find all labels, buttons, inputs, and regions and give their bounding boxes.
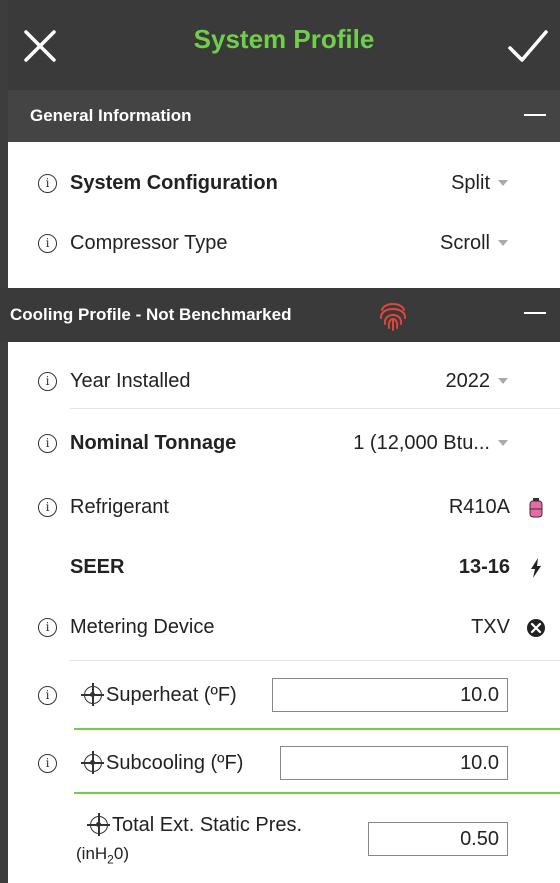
lightning-icon[interactable]	[530, 558, 542, 578]
collapse-icon[interactable]	[524, 114, 546, 116]
header-bar: System Profile	[8, 0, 560, 90]
row-label: System Configuration	[70, 171, 278, 194]
chevron-down-icon[interactable]	[498, 240, 508, 246]
refrigerant-row[interactable]: i Refrigerant R410A	[8, 474, 560, 540]
general-information-header[interactable]: General Information	[8, 90, 560, 142]
info-icon[interactable]: i	[38, 753, 57, 773]
info-icon[interactable]: i	[38, 233, 57, 253]
target-icon[interactable]	[81, 751, 104, 774]
row-label: Subcooling (ºF)	[106, 751, 244, 774]
info-icon[interactable]: i	[38, 685, 57, 705]
info-icon[interactable]: i	[38, 371, 57, 391]
metering-device-row[interactable]: i Metering Device TXV	[8, 594, 560, 660]
system-configuration-row[interactable]: i System Configuration Split	[8, 150, 560, 216]
refrigerant-value[interactable]: R410A	[449, 496, 510, 519]
chevron-down-icon[interactable]	[498, 440, 508, 446]
seer-value: 13-16	[458, 555, 510, 578]
subcooling-input[interactable]	[280, 746, 508, 780]
compressor-type-select[interactable]: Scroll	[440, 232, 490, 255]
row-label: SEER	[70, 555, 125, 578]
superheat-input[interactable]	[272, 678, 508, 712]
row-label: Nominal Tonnage	[70, 431, 237, 454]
system-configuration-select[interactable]: Split	[451, 172, 490, 195]
target-icon[interactable]	[87, 813, 110, 836]
info-icon[interactable]: i	[38, 433, 57, 453]
year-installed-select[interactable]: 2022	[446, 370, 491, 393]
refrigerant-tank-icon[interactable]	[528, 498, 544, 518]
page-title: System Profile	[193, 24, 375, 54]
row-label: Refrigerant	[70, 495, 169, 518]
row-label: Total Ext. Static Pres.	[112, 814, 303, 836]
metering-device-value[interactable]: TXV	[471, 616, 510, 639]
info-icon[interactable]: i	[38, 617, 57, 637]
seer-row: SEER 13-16	[8, 534, 560, 600]
section-title: General Information	[30, 106, 192, 125]
row-label: Compressor Type	[70, 231, 228, 254]
chevron-down-icon[interactable]	[498, 180, 508, 186]
close-circle-icon[interactable]	[526, 618, 546, 638]
divider	[70, 660, 560, 661]
static-pressure-input[interactable]	[368, 822, 508, 856]
target-icon[interactable]	[81, 683, 104, 706]
compressor-type-row[interactable]: i Compressor Type Scroll	[8, 210, 560, 276]
chevron-down-icon[interactable]	[498, 378, 508, 384]
system-profile-screen: System Profile General Information i Sys…	[0, 0, 560, 883]
info-icon[interactable]: i	[38, 497, 57, 517]
nominal-tonnage-row[interactable]: i Nominal Tonnage 1 (12,000 Btu...	[8, 410, 560, 476]
nominal-tonnage-select[interactable]: 1 (12,000 Btu...	[353, 432, 490, 455]
row-label: Superheat (ºF)	[106, 683, 237, 706]
static-pressure-unit: (inH20)	[76, 844, 129, 867]
subcooling-underline	[74, 792, 560, 794]
check-icon[interactable]	[506, 26, 550, 66]
fingerprint-icon	[380, 303, 406, 331]
info-icon[interactable]: i	[38, 173, 57, 193]
collapse-icon[interactable]	[524, 312, 546, 314]
row-label: Metering Device	[70, 615, 215, 638]
row-label: Year Installed	[70, 369, 191, 392]
left-edge	[0, 0, 8, 883]
divider	[70, 408, 560, 409]
year-installed-row[interactable]: i Year Installed 2022	[8, 348, 560, 414]
section-title: Cooling Profile - Not Benchmarked	[10, 305, 292, 324]
cooling-profile-header[interactable]: Cooling Profile - Not Benchmarked	[0, 288, 560, 342]
